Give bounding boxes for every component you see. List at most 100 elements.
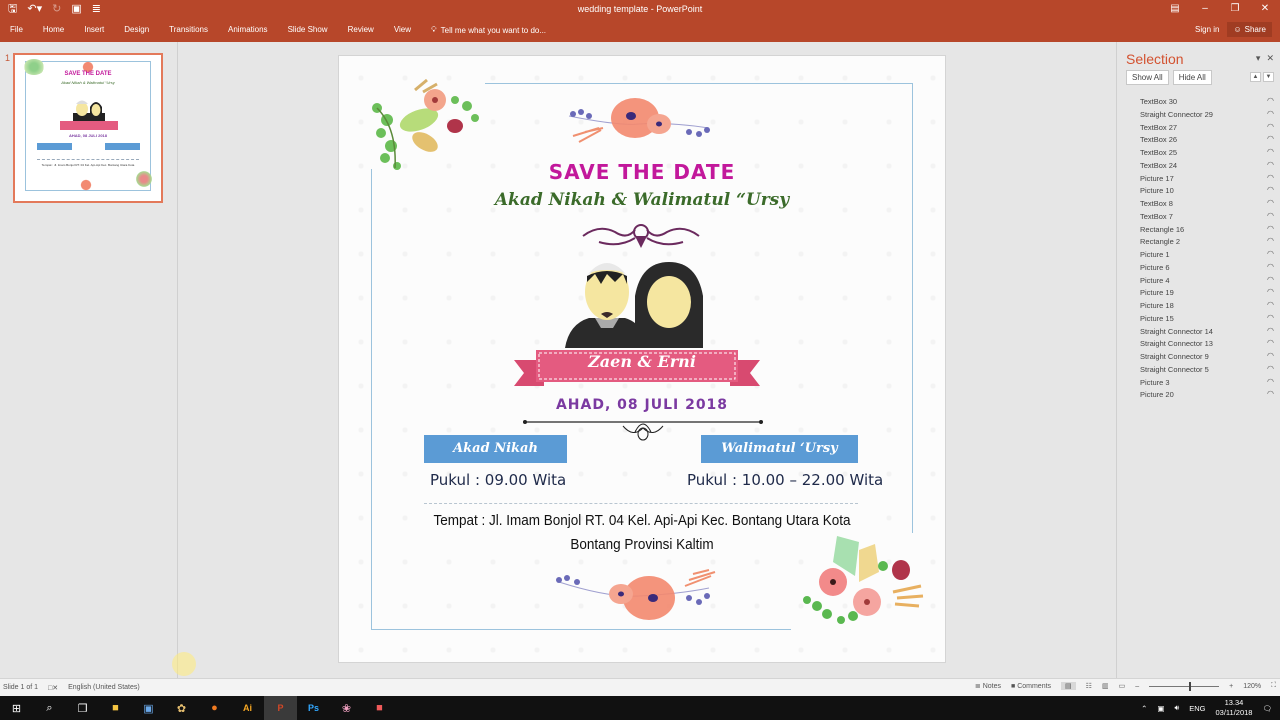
photo-app-icon[interactable]: ■	[363, 696, 396, 720]
zoom-slider-knob[interactable]	[1189, 681, 1192, 691]
visibility-eye-icon[interactable]: ◠	[1267, 287, 1274, 296]
visibility-eye-icon[interactable]: ◠	[1267, 300, 1274, 309]
selection-list-item[interactable]: Picture 1 ◠	[1117, 248, 1280, 261]
illustrator-icon[interactable]: Ai	[231, 696, 264, 720]
tab-view[interactable]: View	[394, 25, 411, 35]
selection-list-item[interactable]: Straight Connector 5 ◠	[1117, 363, 1280, 376]
selection-list-item[interactable]: Picture 17 ◠	[1117, 172, 1280, 185]
spell-check-icon[interactable]: □✕	[48, 684, 58, 692]
action-center-icon[interactable]: 🗨︎	[1262, 704, 1272, 713]
tell-me-box[interactable]: 💡︎ Tell me what you want to do...	[431, 25, 546, 35]
volume-icon[interactable]: 🔊︎	[1174, 703, 1179, 713]
hide-all-button[interactable]: Hide All	[1172, 70, 1212, 85]
selection-list-item[interactable]: Picture 20 ◠	[1117, 388, 1280, 401]
visibility-eye-icon[interactable]: ◠	[1267, 109, 1274, 118]
visibility-eye-icon[interactable]: ◠	[1267, 326, 1274, 335]
slide-sorter-icon[interactable]: ☷	[1086, 682, 1092, 690]
zoom-slider[interactable]	[1149, 681, 1220, 691]
slide-canvas[interactable]: SAVE THE DATE Akad Nikah & Walimatul “Ur…	[339, 56, 945, 662]
selection-list-item[interactable]: Straight Connector 29 ◠	[1117, 108, 1280, 121]
selection-list-item[interactable]: TextBox 25 ◠	[1117, 146, 1280, 159]
selection-list-item[interactable]: Rectangle 16 ◠	[1117, 223, 1280, 236]
visibility-eye-icon[interactable]: ◠	[1267, 122, 1274, 131]
flower-garland-top[interactable]	[559, 92, 719, 152]
walimatul-ursy-time[interactable]: Pukul : 10.00 – 22.00 Wita	[687, 471, 883, 489]
network-app-icon[interactable]: ▣	[132, 696, 165, 720]
tab-design[interactable]: Design	[124, 25, 149, 35]
akad-nikah-time[interactable]: Pukul : 09.00 Wita	[430, 471, 566, 489]
tab-animations[interactable]: Animations	[228, 25, 268, 35]
visibility-eye-icon[interactable]: ◠	[1267, 377, 1274, 386]
selection-list-item[interactable]: Straight Connector 14 ◠	[1117, 325, 1280, 338]
selection-list-item[interactable]: TextBox 7 ◠	[1117, 210, 1280, 223]
selection-list-item[interactable]: Picture 18 ◠	[1117, 299, 1280, 312]
bring-forward-icon[interactable]: ▲	[1250, 72, 1261, 82]
couple-names[interactable]: Zaen & Erni	[339, 352, 945, 371]
selection-list-item[interactable]: TextBox 27 ◠	[1117, 121, 1280, 134]
selection-list-item[interactable]: Picture 6 ◠	[1117, 261, 1280, 274]
slide-show-icon[interactable]: ▭	[1119, 682, 1126, 690]
language-indicator[interactable]: English (United States)	[68, 684, 140, 692]
visibility-eye-icon[interactable]: ◠	[1267, 389, 1274, 398]
firefox-icon[interactable]: ●	[198, 696, 231, 720]
visibility-eye-icon[interactable]: ◠	[1267, 211, 1274, 220]
tab-review[interactable]: Review	[348, 25, 374, 35]
comments-button[interactable]: ■ Comments	[1011, 683, 1051, 690]
visibility-eye-icon[interactable]: ◠	[1267, 338, 1274, 347]
tab-home[interactable]: Home	[43, 25, 64, 35]
file-explorer-icon[interactable]: ■	[99, 696, 132, 720]
walimatul-ursy-label-box[interactable]: Walimatul ‘Ursy	[701, 435, 858, 463]
visibility-eye-icon[interactable]: ◠	[1267, 173, 1274, 182]
selection-list-item[interactable]: TextBox 8 ◠	[1117, 197, 1280, 210]
tab-file[interactable]: File	[10, 25, 23, 35]
visibility-eye-icon[interactable]: ◠	[1267, 185, 1274, 194]
event-subtitle[interactable]: Akad Nikah & Walimatul “Ursy	[339, 190, 945, 210]
visibility-eye-icon[interactable]: ◠	[1267, 351, 1274, 360]
reading-view-icon[interactable]: ▥	[1102, 682, 1109, 690]
frame-line-top[interactable]	[485, 83, 913, 84]
network-icon[interactable]: ▣	[1157, 704, 1164, 713]
paint-app-icon[interactable]: ✿	[165, 696, 198, 720]
tab-slide-show[interactable]: Slide Show	[288, 25, 328, 35]
zoom-in-button[interactable]: +	[1229, 683, 1233, 690]
selection-list-item[interactable]: Straight Connector 9 ◠	[1117, 350, 1280, 363]
flower-garland-bottom[interactable]	[549, 568, 719, 628]
close-icon[interactable]: ✕	[1250, 0, 1280, 18]
frame-line-right[interactable]	[912, 83, 913, 533]
normal-view-icon[interactable]: ▤	[1061, 682, 1076, 690]
frame-line-bottom[interactable]	[371, 629, 791, 630]
visibility-eye-icon[interactable]: ◠	[1267, 224, 1274, 233]
zoom-out-button[interactable]: –	[1135, 683, 1139, 690]
show-all-button[interactable]: Show All	[1126, 70, 1169, 85]
visibility-eye-icon[interactable]: ◠	[1267, 160, 1274, 169]
minimize-icon[interactable]: –	[1190, 0, 1220, 18]
selection-list-item[interactable]: TextBox 24 ◠	[1117, 159, 1280, 172]
selection-list-item[interactable]: Rectangle 2 ◠	[1117, 235, 1280, 248]
pane-options-icon[interactable]: ▾	[1256, 53, 1261, 64]
akad-nikah-label-box[interactable]: Akad Nikah	[424, 435, 567, 463]
task-view-icon[interactable]: ❐	[66, 696, 99, 720]
selection-list-item[interactable]: Picture 19 ◠	[1117, 286, 1280, 299]
selection-list-item[interactable]: Straight Connector 13 ◠	[1117, 337, 1280, 350]
selection-list-item[interactable]: TextBox 30 ◠	[1117, 95, 1280, 108]
save-the-date-title[interactable]: SAVE THE DATE	[339, 160, 945, 184]
visibility-eye-icon[interactable]: ◠	[1267, 364, 1274, 373]
visibility-eye-icon[interactable]: ◠	[1267, 134, 1274, 143]
start-icon[interactable]: ⊞	[0, 696, 33, 720]
selection-list-item[interactable]: TextBox 26 ◠	[1117, 133, 1280, 146]
visibility-eye-icon[interactable]: ◠	[1267, 96, 1274, 105]
visibility-eye-icon[interactable]: ◠	[1267, 147, 1274, 156]
selection-list-item[interactable]: Picture 10 ◠	[1117, 184, 1280, 197]
visibility-eye-icon[interactable]: ◠	[1267, 275, 1274, 284]
slide-thumbnail[interactable]: SAVE THE DATE Akad Nikah & Walimatul “Ur…	[13, 53, 163, 203]
sign-in-link[interactable]: Sign in	[1195, 25, 1219, 34]
send-backward-icon[interactable]: ▼	[1263, 72, 1274, 82]
notes-button[interactable]: ≣ Notes	[975, 682, 1001, 690]
restore-icon[interactable]: ❐	[1220, 0, 1250, 18]
selection-list-item[interactable]: Picture 15 ◠	[1117, 312, 1280, 325]
show-hidden-icons[interactable]: ⌃	[1141, 704, 1147, 713]
photoshop-icon[interactable]: Ps	[297, 696, 330, 720]
share-button[interactable]: ☺ Share	[1227, 22, 1272, 37]
visibility-eye-icon[interactable]: ◠	[1267, 313, 1274, 322]
selection-list-item[interactable]: Picture 4 ◠	[1117, 274, 1280, 287]
